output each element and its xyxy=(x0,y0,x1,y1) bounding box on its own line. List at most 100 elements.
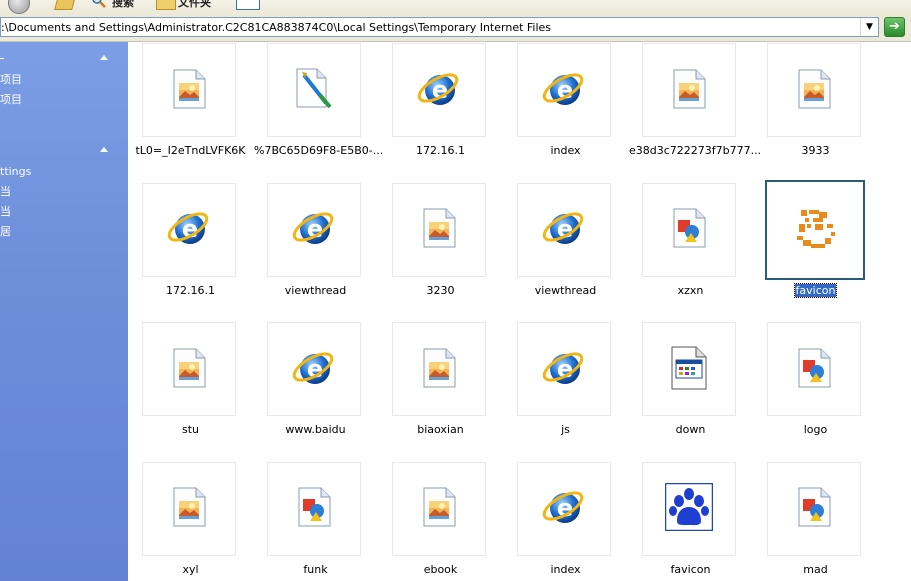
file-name[interactable]: index xyxy=(503,144,628,157)
file-name[interactable]: mad xyxy=(753,563,878,576)
file-name[interactable]: 172.16.1 xyxy=(128,284,253,297)
file-thumbnail[interactable]: e xyxy=(517,43,611,137)
image-icon xyxy=(796,69,832,112)
file-thumbnail[interactable]: e xyxy=(267,182,361,277)
file-thumbnail[interactable]: e xyxy=(142,182,236,277)
file-name[interactable]: down xyxy=(628,423,753,436)
file-item[interactable]: e index xyxy=(503,43,628,183)
address-field[interactable]: :\Documents and Settings\Administrator.C… xyxy=(0,17,879,37)
file-thumbnail[interactable] xyxy=(765,179,865,280)
file-name[interactable]: logo xyxy=(753,423,878,436)
file-thumbnail[interactable] xyxy=(642,322,736,416)
file-item[interactable]: e viewthread xyxy=(503,182,628,323)
address-dropdown-button[interactable]: ▼ xyxy=(860,18,878,36)
file-name[interactable]: viewthread xyxy=(503,284,628,297)
file-name[interactable]: 172.16.1 xyxy=(378,144,503,157)
file-thumbnail[interactable] xyxy=(142,43,236,137)
file-item[interactable]: ebook xyxy=(378,461,503,581)
up-folder-icon[interactable] xyxy=(54,0,76,10)
file-item[interactable]: e 172.16.1 xyxy=(128,182,253,323)
folders-icon[interactable] xyxy=(156,0,176,10)
place-link[interactable]: 当 xyxy=(0,202,118,222)
task-section-1-header[interactable] xyxy=(0,48,118,70)
file-item[interactable]: %7BC65D69F8-E5B0-... xyxy=(253,43,383,183)
file-thumbnail[interactable] xyxy=(767,43,861,137)
file-name[interactable]: favicon xyxy=(753,282,878,298)
file-item[interactable]: e www.baidu xyxy=(253,322,378,462)
file-name[interactable]: funk xyxy=(253,563,378,576)
collapse-arrow-icon[interactable] xyxy=(100,147,108,152)
folders-button-label[interactable]: 文件夹 xyxy=(178,0,211,10)
file-thumbnail[interactable]: e xyxy=(517,461,611,556)
file-thumbnail[interactable] xyxy=(267,461,361,556)
file-thumbnail[interactable] xyxy=(767,461,861,556)
file-thumbnail[interactable]: e xyxy=(517,182,611,277)
collapse-arrow-icon[interactable] xyxy=(100,55,108,60)
shapes-icon xyxy=(796,487,832,530)
file-item[interactable]: xyl xyxy=(128,461,253,581)
file-name[interactable]: biaoxian xyxy=(378,423,503,436)
search-icon[interactable] xyxy=(92,0,106,8)
views-button-icon[interactable] xyxy=(236,0,260,10)
file-item[interactable]: favicon xyxy=(753,179,878,323)
smiley-favicon-icon xyxy=(791,204,839,255)
file-item[interactable]: 3933 xyxy=(753,43,878,183)
file-item[interactable]: xzxn xyxy=(628,182,753,323)
file-item[interactable]: biaoxian xyxy=(378,322,503,462)
file-name[interactable]: favicon xyxy=(628,563,753,576)
task-link[interactable]: 项目 xyxy=(0,70,118,90)
file-item[interactable]: e js xyxy=(503,322,628,462)
file-name-text: viewthread xyxy=(534,283,597,297)
file-item[interactable]: e viewthread xyxy=(253,182,378,323)
file-name[interactable]: www.baidu xyxy=(253,423,378,436)
file-item[interactable]: funk xyxy=(253,461,378,581)
file-item[interactable]: logo xyxy=(753,322,878,462)
file-name[interactable]: e38d3c722273f7b777... xyxy=(628,144,761,157)
file-item[interactable]: 3230 xyxy=(378,182,503,323)
place-link[interactable]: 当 xyxy=(0,182,118,202)
file-thumbnail[interactable] xyxy=(392,322,486,416)
search-button-label[interactable]: 搜索 xyxy=(112,0,134,10)
file-item[interactable]: tL0=_I2eTndLVFK6K xyxy=(128,43,253,183)
task-link[interactable]: 项目 xyxy=(0,90,118,110)
file-thumbnail[interactable] xyxy=(642,43,736,137)
file-thumbnail[interactable]: e xyxy=(517,322,611,416)
file-name[interactable]: js xyxy=(503,423,628,436)
file-name[interactable]: index xyxy=(503,563,628,576)
file-name[interactable]: %7BC65D69F8-E5B0-... xyxy=(253,144,383,157)
file-name[interactable]: xyl xyxy=(128,563,253,576)
go-button[interactable]: ➔ xyxy=(884,17,905,37)
address-path[interactable]: :\Documents and Settings\Administrator.C… xyxy=(1,21,551,34)
file-thumbnail[interactable]: e xyxy=(392,43,486,137)
place-link[interactable]: ttings xyxy=(0,162,118,182)
file-thumbnail[interactable]: e xyxy=(267,322,361,416)
file-thumbnail[interactable] xyxy=(142,461,236,556)
file-name[interactable]: tL0=_I2eTndLVFK6K xyxy=(128,144,253,157)
file-thumbnail[interactable] xyxy=(767,322,861,416)
file-item[interactable]: stu xyxy=(128,322,253,462)
file-item[interactable]: e index xyxy=(503,461,628,581)
file-item[interactable]: down xyxy=(628,322,753,462)
file-item[interactable]: favicon xyxy=(628,461,753,581)
file-thumbnail[interactable] xyxy=(267,43,361,137)
file-thumbnail[interactable] xyxy=(392,182,486,277)
file-name[interactable]: viewthread xyxy=(253,284,378,297)
file-name[interactable]: xzxn xyxy=(628,284,753,297)
file-view[interactable]: tL0=_I2eTndLVFK6K %7BC65D69F8-E5B0-... e 17… xyxy=(128,42,911,581)
file-thumbnail[interactable] xyxy=(142,322,236,416)
file-item[interactable]: e38d3c722273f7b777... xyxy=(628,43,761,183)
file-item[interactable]: e 172.16.1 xyxy=(378,43,503,183)
file-name[interactable]: 3230 xyxy=(378,284,503,297)
place-link[interactable]: 居 xyxy=(0,222,118,242)
file-name-text: down xyxy=(675,423,706,436)
file-name[interactable]: stu xyxy=(128,423,253,436)
file-name[interactable]: 3933 xyxy=(753,144,878,157)
back-button[interactable] xyxy=(8,0,30,14)
image-icon xyxy=(671,69,707,112)
file-thumbnail[interactable] xyxy=(392,461,486,556)
file-name[interactable]: ebook xyxy=(378,563,503,576)
file-thumbnail[interactable] xyxy=(642,182,736,277)
file-item[interactable]: mad xyxy=(753,461,878,581)
task-section-2-header[interactable] xyxy=(0,140,118,162)
file-thumbnail[interactable] xyxy=(642,461,736,556)
